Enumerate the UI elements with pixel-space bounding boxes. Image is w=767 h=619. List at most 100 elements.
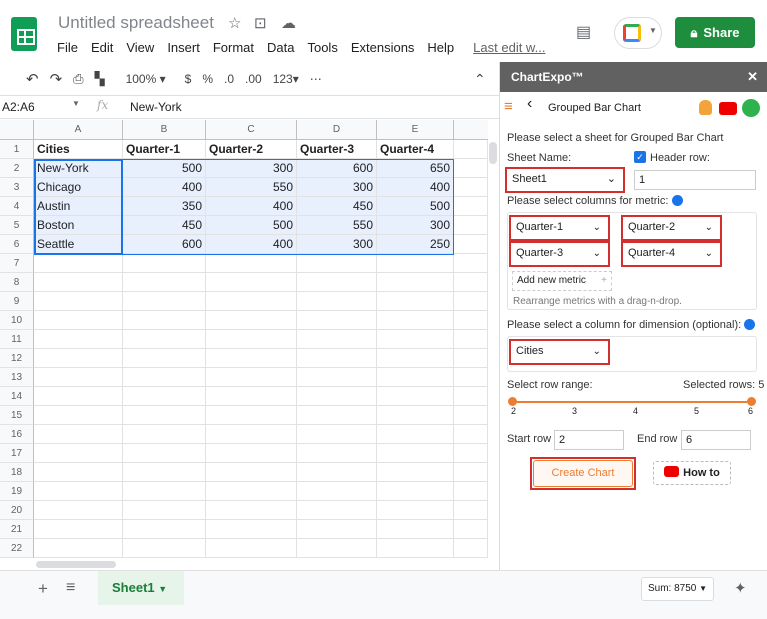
data-cell[interactable]: New-York: [34, 159, 123, 178]
empty-cell[interactable]: [297, 463, 377, 482]
create-chart-button[interactable]: Create Chart: [533, 460, 633, 487]
row-header-22[interactable]: 22: [0, 539, 34, 558]
column-header-d[interactable]: D: [297, 120, 377, 140]
data-cell[interactable]: 650: [377, 159, 454, 178]
empty-cell[interactable]: [297, 482, 377, 501]
column-header-f[interactable]: [454, 120, 488, 140]
empty-cell[interactable]: [297, 349, 377, 368]
empty-cell[interactable]: [377, 273, 454, 292]
menu-insert[interactable]: Insert: [167, 40, 200, 55]
empty-cell[interactable]: [123, 292, 206, 311]
row-header-5[interactable]: 5: [0, 216, 34, 235]
empty-cell[interactable]: [377, 539, 454, 558]
empty-cell[interactable]: [34, 387, 123, 406]
empty-cell[interactable]: [454, 235, 488, 254]
empty-cell[interactable]: [454, 349, 488, 368]
data-cell[interactable]: 250: [377, 235, 454, 254]
empty-cell[interactable]: [206, 292, 297, 311]
bell-icon[interactable]: [742, 99, 760, 117]
data-cell[interactable]: 500: [377, 197, 454, 216]
empty-cell[interactable]: [206, 425, 297, 444]
empty-cell[interactable]: [454, 216, 488, 235]
empty-cell[interactable]: [377, 292, 454, 311]
empty-cell[interactable]: [206, 273, 297, 292]
empty-cell[interactable]: [377, 520, 454, 539]
empty-cell[interactable]: [454, 425, 488, 444]
empty-cell[interactable]: [297, 330, 377, 349]
row-header-9[interactable]: 9: [0, 292, 34, 311]
menu-data[interactable]: Data: [267, 40, 294, 55]
data-cell[interactable]: 400: [377, 178, 454, 197]
metric-select-2[interactable]: Quarter-2 ⌄: [624, 218, 719, 239]
data-cell[interactable]: 400: [123, 178, 206, 197]
empty-cell[interactable]: [123, 254, 206, 273]
empty-cell[interactable]: [377, 349, 454, 368]
menu-tools[interactable]: Tools: [307, 40, 337, 55]
empty-cell[interactable]: [454, 444, 488, 463]
empty-cell[interactable]: [123, 273, 206, 292]
empty-cell[interactable]: [454, 178, 488, 197]
empty-cell[interactable]: [123, 482, 206, 501]
empty-cell[interactable]: [377, 387, 454, 406]
empty-cell[interactable]: [377, 425, 454, 444]
empty-cell[interactable]: [123, 368, 206, 387]
header-row-input[interactable]: 1: [634, 170, 756, 190]
range-start-handle[interactable]: [508, 397, 517, 406]
empty-cell[interactable]: [206, 368, 297, 387]
empty-cell[interactable]: [206, 330, 297, 349]
spreadsheet-grid[interactable]: A B C D E 1 2 3 4 5 6 7 8 9 10 11 12 13 14 15 16 17 18 19 2…: [0, 120, 499, 570]
row-header-16[interactable]: 16: [0, 425, 34, 444]
sheet-name-select[interactable]: Sheet1 ⌄: [508, 170, 622, 191]
redo-icon[interactable]: ↷: [50, 70, 63, 88]
empty-cell[interactable]: [297, 406, 377, 425]
header-cell[interactable]: Quarter-4: [377, 140, 454, 159]
empty-cell[interactable]: [123, 387, 206, 406]
row-header-1[interactable]: 1: [0, 140, 34, 159]
empty-cell[interactable]: [297, 425, 377, 444]
empty-cell[interactable]: [297, 368, 377, 387]
all-sheets-icon[interactable]: ≡: [66, 579, 75, 597]
zoom-select[interactable]: 100% ▾: [126, 72, 166, 86]
row-header-2[interactable]: 2: [0, 159, 34, 178]
menu-format[interactable]: Format: [213, 40, 254, 55]
empty-cell[interactable]: [206, 539, 297, 558]
data-cell[interactable]: 300: [206, 159, 297, 178]
row-header-17[interactable]: 17: [0, 444, 34, 463]
data-cell[interactable]: 300: [377, 216, 454, 235]
empty-cell[interactable]: [297, 273, 377, 292]
horizontal-scrollbar[interactable]: [36, 561, 116, 568]
empty-cell[interactable]: [454, 330, 488, 349]
row-header-18[interactable]: 18: [0, 463, 34, 482]
currency-format-button[interactable]: $: [185, 72, 192, 86]
paint-format-icon[interactable]: ▚: [95, 71, 105, 87]
empty-cell[interactable]: [377, 368, 454, 387]
row-header-20[interactable]: 20: [0, 501, 34, 520]
data-cell[interactable]: 600: [123, 235, 206, 254]
empty-cell[interactable]: [454, 140, 488, 159]
hamburger-menu-icon[interactable]: ≡: [504, 98, 513, 115]
empty-cell[interactable]: [34, 482, 123, 501]
empty-cell[interactable]: [34, 349, 123, 368]
decrease-decimal-button[interactable]: .0: [224, 72, 234, 86]
empty-cell[interactable]: [34, 330, 123, 349]
range-end-handle[interactable]: [747, 397, 756, 406]
data-cell[interactable]: 400: [206, 197, 297, 216]
info-icon[interactable]: [672, 195, 683, 206]
empty-cell[interactable]: [377, 330, 454, 349]
empty-cell[interactable]: [123, 520, 206, 539]
empty-cell[interactable]: [206, 387, 297, 406]
formula-input[interactable]: New-York: [130, 100, 182, 114]
row-header-19[interactable]: 19: [0, 482, 34, 501]
empty-cell[interactable]: [123, 349, 206, 368]
empty-cell[interactable]: [206, 501, 297, 520]
select-all-corner[interactable]: [0, 120, 34, 140]
header-row-checkbox[interactable]: ✓: [634, 151, 646, 163]
empty-cell[interactable]: [297, 387, 377, 406]
empty-cell[interactable]: [123, 501, 206, 520]
name-box[interactable]: A2:A6: [2, 100, 35, 114]
row-header-21[interactable]: 21: [0, 520, 34, 539]
data-cell[interactable]: Seattle: [34, 235, 123, 254]
increase-decimal-button[interactable]: .00: [245, 72, 262, 86]
more-options-icon[interactable]: ⋯: [310, 72, 322, 86]
share-button[interactable]: 🔒︎ Share: [675, 17, 755, 48]
